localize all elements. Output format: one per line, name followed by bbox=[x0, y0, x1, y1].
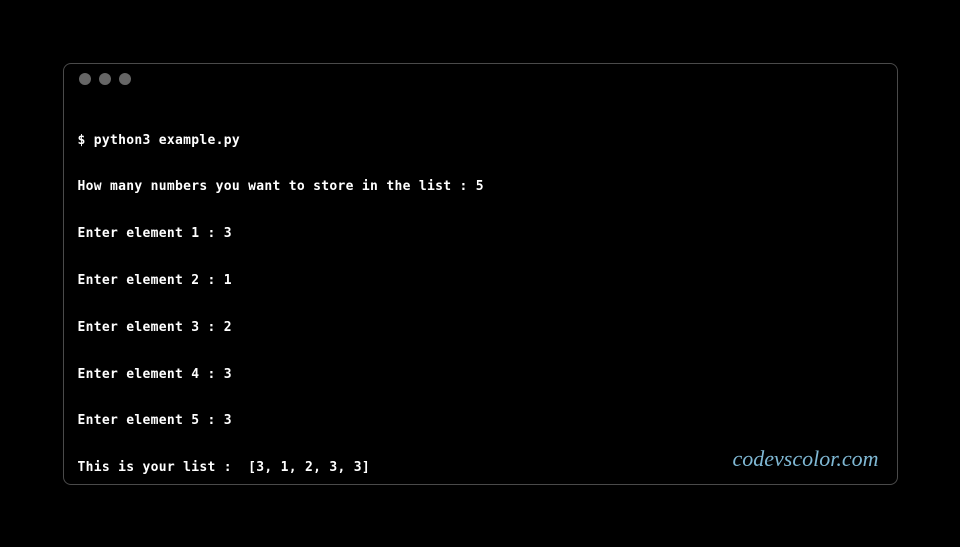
title-bar bbox=[64, 64, 897, 94]
terminal-line: Enter element 4 : 3 bbox=[78, 367, 883, 383]
terminal-window: $ python3 example.py How many numbers yo… bbox=[63, 63, 898, 485]
terminal-line: How many numbers you want to store in th… bbox=[78, 179, 883, 195]
terminal-line: Enter element 5 : 3 bbox=[78, 413, 883, 429]
watermark: codevscolor.com bbox=[732, 446, 878, 472]
terminal-line: $ python3 example.py bbox=[78, 133, 883, 149]
maximize-button[interactable] bbox=[119, 73, 131, 85]
close-button[interactable] bbox=[79, 73, 91, 85]
minimize-button[interactable] bbox=[99, 73, 111, 85]
terminal-line: Enter element 3 : 2 bbox=[78, 320, 883, 336]
terminal-line: Enter element 1 : 3 bbox=[78, 226, 883, 242]
terminal-line: Enter element 2 : 1 bbox=[78, 273, 883, 289]
terminal-content[interactable]: $ python3 example.py How many numbers yo… bbox=[64, 94, 897, 485]
